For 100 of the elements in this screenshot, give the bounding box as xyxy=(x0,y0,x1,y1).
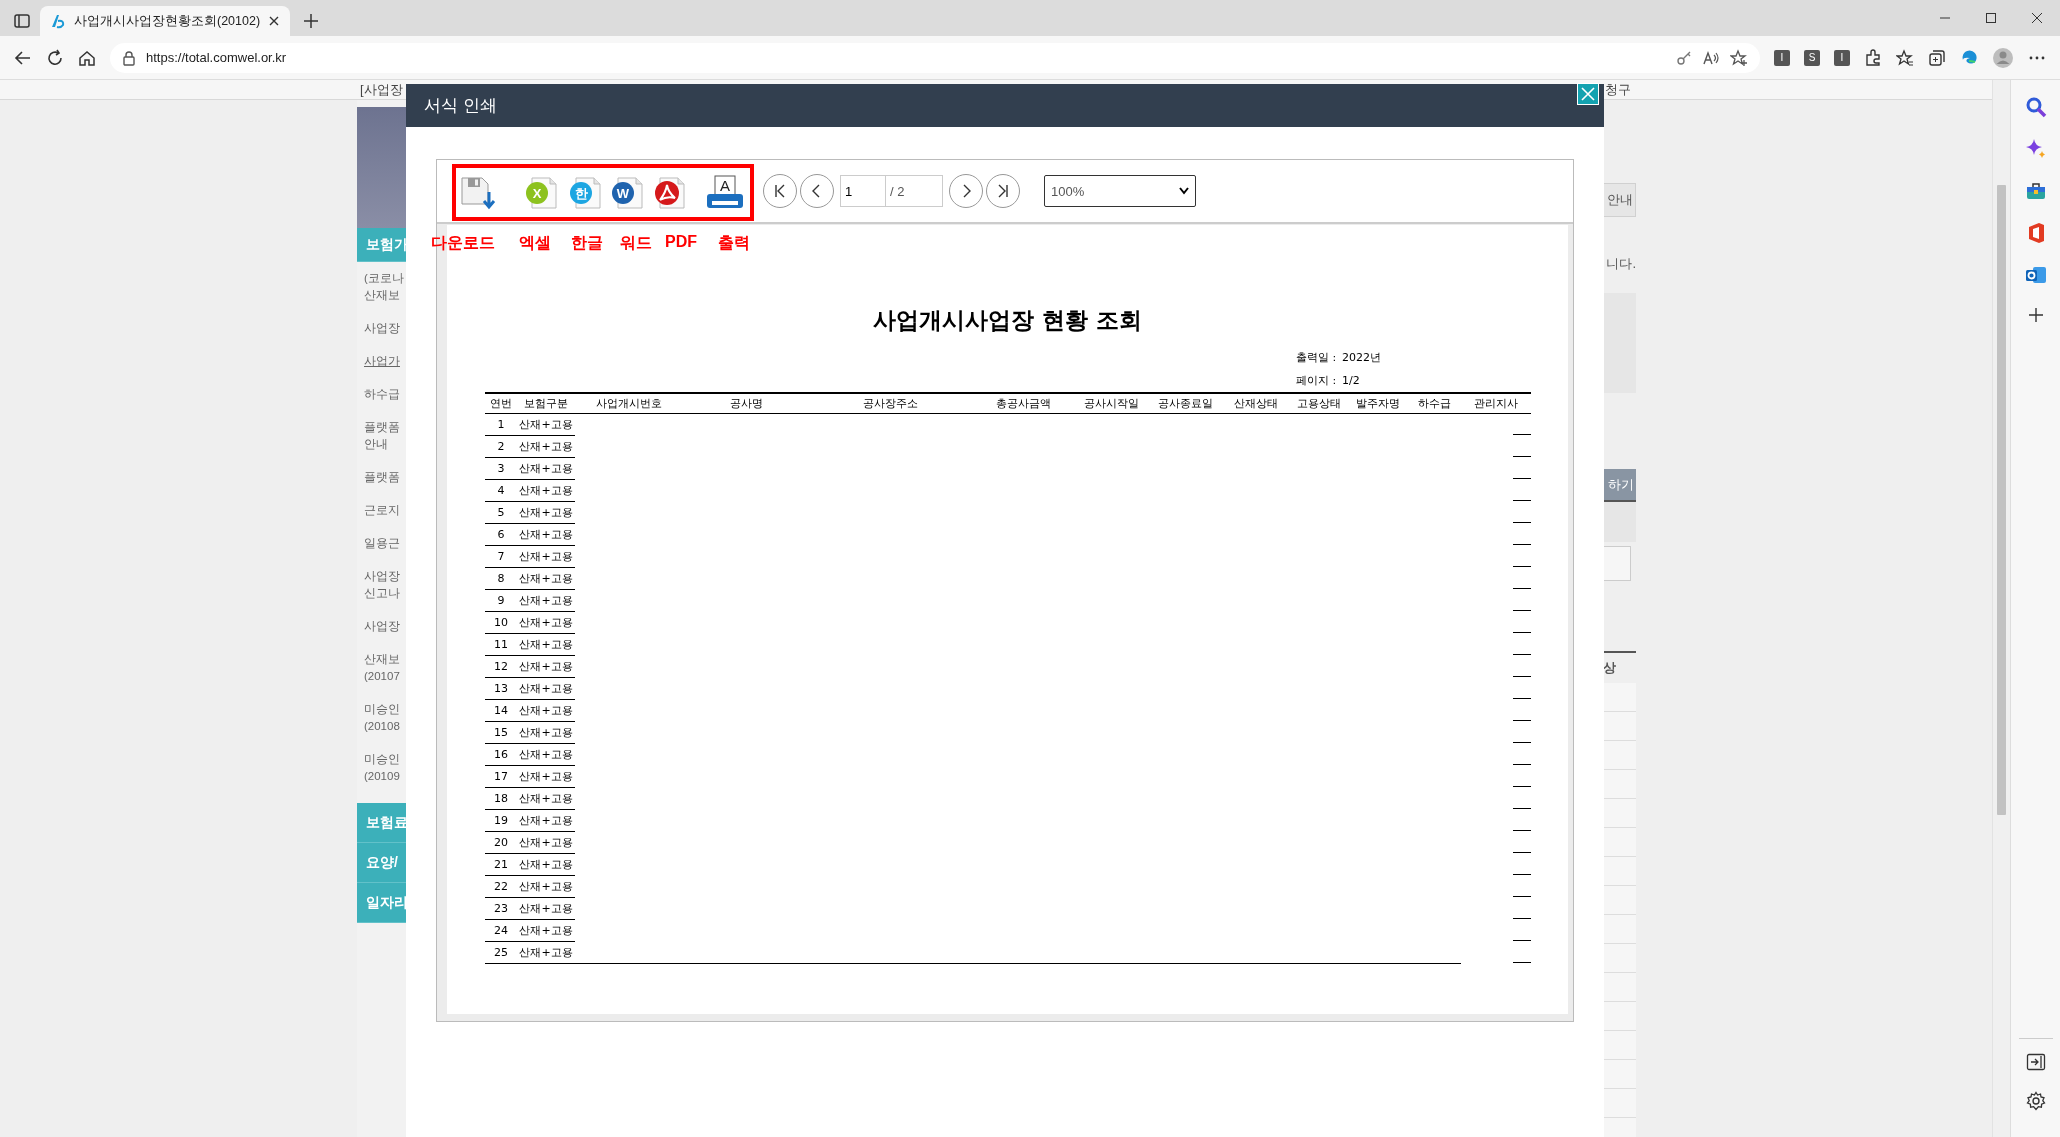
sidebar-item[interactable]: 산재보 (20107 xyxy=(357,643,406,693)
dialog-title: 서식 인쇄 xyxy=(424,95,498,117)
table-cell: 23 xyxy=(485,898,517,920)
toolbox-icon[interactable] xyxy=(2024,180,2047,202)
table-cell: 산재+고용 xyxy=(517,788,575,810)
profile-avatar-icon[interactable] xyxy=(1992,46,2014,69)
sidebar-item[interactable]: 일용근 xyxy=(357,527,406,560)
column-header: 고용상태 xyxy=(1297,396,1341,411)
sidebar-item[interactable]: 사업가 xyxy=(357,345,406,378)
sidebar-item[interactable]: 하수급 xyxy=(357,378,406,411)
table-cell: 8 xyxy=(485,568,517,590)
table-cell: 20 xyxy=(485,832,517,854)
table-cell: 산재+고용 xyxy=(517,502,575,524)
table-cell: 18 xyxy=(485,788,517,810)
table-cell: 산재+고용 xyxy=(517,546,575,568)
table-cell: 산재+고용 xyxy=(517,590,575,612)
sidebar-item[interactable]: 플랫폼 안내 xyxy=(357,411,406,461)
table-cell: 9 xyxy=(485,590,517,612)
extension-button[interactable]: I xyxy=(1834,49,1850,66)
nav-link[interactable]: [사업장 xyxy=(357,81,406,99)
favorites-icon[interactable] xyxy=(1896,48,1914,67)
table-cell: 산재+고용 xyxy=(517,766,575,788)
table-cell: 24 xyxy=(485,920,517,942)
chevron-down-icon xyxy=(1179,187,1189,195)
table-cell: 산재+고용 xyxy=(517,612,575,634)
last-page-button[interactable] xyxy=(986,174,1020,208)
guide-button[interactable]: 안내 xyxy=(1603,183,1636,217)
mail-icon[interactable] xyxy=(2024,264,2047,286)
maximize-icon[interactable] xyxy=(1985,12,1997,24)
table-cell: 산재+고용 xyxy=(517,832,575,854)
table-cell: 16 xyxy=(485,744,517,766)
table-cell: 13 xyxy=(485,678,517,700)
export-label: 엑셀 xyxy=(519,233,551,253)
table-cell: 산재+고용 xyxy=(517,810,575,832)
export-label: PDF xyxy=(665,233,697,252)
sidebar-toggle-icon[interactable] xyxy=(2025,1053,2046,1071)
table-cell: 산재+고용 xyxy=(517,700,575,722)
sidebar-item[interactable]: 플랫폼 xyxy=(357,461,406,494)
download-button[interactable] xyxy=(458,174,496,210)
close-icon[interactable] xyxy=(268,15,281,27)
input-field[interactable] xyxy=(1603,546,1631,581)
collections-icon[interactable] xyxy=(1928,48,1946,67)
action-button[interactable]: 하기 xyxy=(1603,469,1636,502)
back-icon[interactable] xyxy=(14,48,32,67)
print-button[interactable]: A xyxy=(704,174,746,210)
column-header: 총공사금액 xyxy=(995,396,1051,411)
add-favorite-icon[interactable] xyxy=(1730,48,1748,67)
meta-label: 출력일 : xyxy=(1296,350,1338,366)
close-icon[interactable] xyxy=(2031,12,2043,24)
extensions-icon[interactable] xyxy=(1864,48,1882,67)
table-cell: 산재+고용 xyxy=(517,722,575,744)
next-page-button[interactable] xyxy=(949,174,983,208)
home-icon[interactable] xyxy=(78,48,96,67)
zoom-select[interactable]: 100% xyxy=(1044,175,1196,207)
nav-link[interactable]: 청구 xyxy=(1603,81,1636,99)
sidebar-item[interactable]: 미승인 (20109 xyxy=(357,743,406,793)
report-title: 사업개시사업장 현황 조회 xyxy=(873,306,1143,335)
settings-icon[interactable] xyxy=(2025,1091,2046,1111)
sidebar-item[interactable]: 미승인 (20108 xyxy=(357,693,406,743)
lock-icon xyxy=(122,49,136,66)
key-icon[interactable] xyxy=(1676,49,1692,66)
table-cell: 1 xyxy=(485,414,517,436)
table-cell: 11 xyxy=(485,634,517,656)
table-cell: 15 xyxy=(485,722,517,744)
table-cell: 산재+고용 xyxy=(517,568,575,590)
column-header: 산재상태 xyxy=(1234,396,1278,411)
add-icon[interactable] xyxy=(2026,306,2045,324)
browser-tab[interactable]: 사업개시사업장현황조회(20102) xyxy=(40,6,290,36)
page-field[interactable]: 1 / 2 xyxy=(840,175,943,207)
meta-value: 2022년 xyxy=(1342,350,1381,366)
table-cell: 산재+고용 xyxy=(517,678,575,700)
refresh-icon[interactable] xyxy=(46,48,64,67)
extension-button[interactable]: I xyxy=(1774,49,1790,66)
table-cell: 산재+고용 xyxy=(517,436,575,458)
previous-page-button[interactable] xyxy=(800,174,834,208)
address-field[interactable]: https://total.comwel.or.kr xyxy=(110,42,1760,73)
sidebar-item[interactable]: 근로지 xyxy=(357,494,406,527)
table-cell: 12 xyxy=(485,656,517,678)
read-aloud-icon[interactable] xyxy=(1702,49,1720,66)
table-cell: 산재+고용 xyxy=(517,524,575,546)
export-label: 한글 xyxy=(571,233,603,253)
table-cell: 5 xyxy=(485,502,517,524)
close-button[interactable] xyxy=(1577,83,1599,105)
column-header: 사업개시번호 xyxy=(596,396,662,411)
table-cell: 산재+고용 xyxy=(517,480,575,502)
column-header: 공사종료일 xyxy=(1157,396,1213,411)
first-page-button[interactable] xyxy=(763,174,797,208)
sidebar-item[interactable]: 사업장 xyxy=(357,610,406,643)
meta-label: 페이지 : xyxy=(1296,373,1338,389)
table-cell: 21 xyxy=(485,854,517,876)
table-cell: 7 xyxy=(485,546,517,568)
search-icon[interactable] xyxy=(2024,96,2047,118)
sidebar-item[interactable]: (코로나 산재보 xyxy=(357,262,406,312)
extension-button[interactable]: S xyxy=(1804,49,1820,66)
column-header: 관리지사 xyxy=(1474,396,1518,411)
table-cell: 산재+고용 xyxy=(517,920,575,942)
table-cell: 6 xyxy=(485,524,517,546)
sidebar-item[interactable]: 사업장 신고나 xyxy=(357,560,406,610)
column-header: 보험구분 xyxy=(524,396,568,411)
sidebar-item[interactable]: 사업장 xyxy=(357,312,406,345)
